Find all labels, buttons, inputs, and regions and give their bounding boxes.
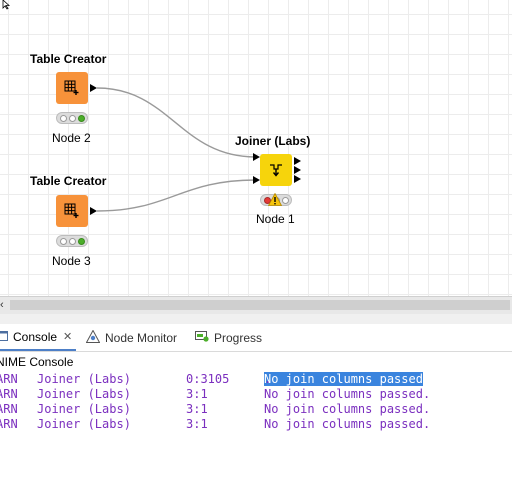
log-node: Joiner (Labs) xyxy=(37,417,131,431)
node-status-indicator xyxy=(56,235,88,247)
console-icon xyxy=(0,330,8,344)
horizontal-scrollbar[interactable]: ‹ xyxy=(0,296,512,314)
panel-divider[interactable] xyxy=(0,314,512,324)
node-title: Table Creator xyxy=(30,52,107,66)
output-port-icon[interactable] xyxy=(294,175,301,183)
log-node-id: 3:1 xyxy=(186,402,208,416)
output-port-icon[interactable] xyxy=(90,84,97,92)
log-node-id: 0:3105 xyxy=(186,372,230,386)
output-port-icon[interactable] xyxy=(294,166,301,174)
progress-icon xyxy=(195,330,209,345)
console-output[interactable]: ARN Joiner (Labs) 0:3105 No join columns… xyxy=(0,372,512,432)
connections-layer xyxy=(96,87,257,212)
connection-node2-to-joiner xyxy=(96,87,257,158)
table-grid-icon xyxy=(64,203,79,218)
input-port-icon[interactable] xyxy=(253,153,260,161)
log-node-id: 3:1 xyxy=(186,387,208,401)
node-label[interactable]: Node 1 xyxy=(256,212,295,226)
log-message: No join columns passed. xyxy=(264,387,431,401)
table-grid-icon xyxy=(64,80,79,95)
close-icon[interactable]: ✕ xyxy=(63,330,72,343)
log-node: Joiner (Labs) xyxy=(37,402,131,416)
output-port-icon[interactable] xyxy=(90,207,97,215)
tab-label: Node Monitor xyxy=(105,330,178,345)
warning-icon xyxy=(268,193,282,206)
input-port-icon[interactable] xyxy=(253,176,260,184)
node-status-indicator xyxy=(56,112,88,124)
tab-label: Progress xyxy=(214,330,263,345)
bottom-panel-tabs: Console ✕ Node Monitor Progress xyxy=(0,324,512,352)
node-label[interactable]: Node 3 xyxy=(52,254,91,268)
scroll-left-icon[interactable]: ‹ xyxy=(0,298,4,312)
node-label[interactable]: Node 2 xyxy=(52,131,91,145)
selected-text[interactable]: No join columns passed xyxy=(264,372,423,386)
log-level: ARN xyxy=(0,372,18,386)
console-line: ARN Joiner (Labs) 0:3105 No join columns… xyxy=(0,372,512,387)
log-node: Joiner (Labs) xyxy=(37,372,131,386)
console-line: ARN Joiner (Labs) 3:1 No join columns pa… xyxy=(0,417,512,432)
node-monitor-icon xyxy=(85,328,101,346)
log-message: No join columns passed. xyxy=(264,417,431,431)
output-port-icon[interactable] xyxy=(294,157,301,165)
log-node-id: 3:1 xyxy=(186,417,208,431)
tab-console[interactable]: Console ✕ xyxy=(0,324,76,351)
joiner-node-icon[interactable] xyxy=(260,154,292,186)
workflow-canvas[interactable]: Table Creator Node 2 Table Creator Node … xyxy=(0,0,512,296)
console-line: ARN Joiner (Labs) 3:1 No join columns pa… xyxy=(0,387,512,402)
table-creator-node-icon[interactable] xyxy=(56,195,88,227)
table-creator-node-icon[interactable] xyxy=(56,72,88,104)
log-message-rest: . xyxy=(264,372,272,386)
log-level: ARN xyxy=(0,402,18,416)
scrollbar-thumb[interactable] xyxy=(10,300,510,310)
tab-node-monitor[interactable]: Node Monitor xyxy=(85,324,178,351)
console-line: ARN Joiner (Labs) 3:1 No join columns pa… xyxy=(0,402,512,417)
connection-node3-to-joiner xyxy=(96,179,257,212)
node-title: Joiner (Labs) xyxy=(235,134,311,148)
node-title: Table Creator xyxy=(30,174,107,188)
log-message: No join columns passed. xyxy=(264,402,431,416)
tab-progress[interactable]: Progress xyxy=(195,324,262,351)
console-title: NIME Console xyxy=(0,355,74,369)
log-node: Joiner (Labs) xyxy=(37,387,131,401)
log-level: ARN xyxy=(0,387,18,401)
join-icon xyxy=(270,164,282,177)
tab-label: Console xyxy=(13,329,58,344)
log-level: ARN xyxy=(0,417,18,431)
